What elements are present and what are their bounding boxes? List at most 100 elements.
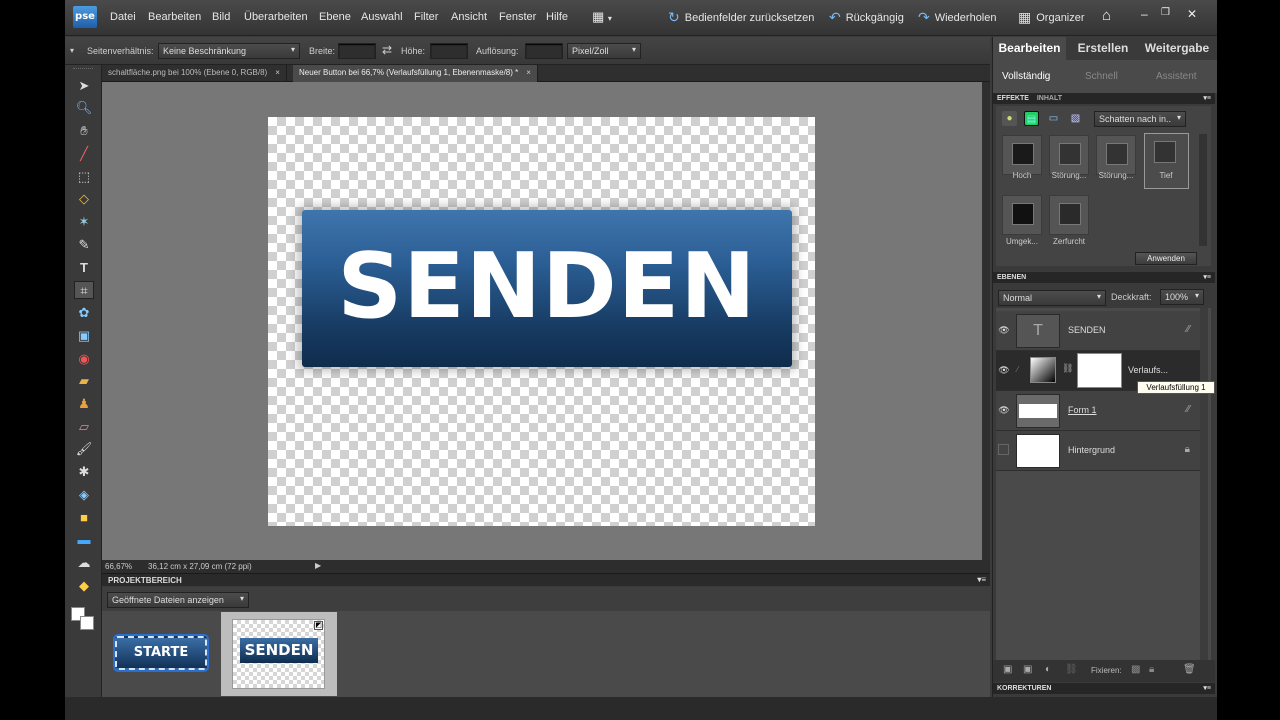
canvas-scrollbar[interactable] (982, 82, 990, 560)
panel-menu-icon[interactable]: ▾≡ (1203, 93, 1211, 104)
eraser-tool-icon[interactable]: ▱ (74, 418, 94, 436)
apply-button[interactable]: Anwenden (1135, 252, 1197, 265)
close-button[interactable]: ✕ (1187, 7, 1197, 21)
menu-hilfe[interactable]: Hilfe (546, 11, 568, 23)
healing-brush-tool-icon[interactable]: ▰ (74, 372, 94, 390)
tab-effekte[interactable]: EFFEKTE (997, 95, 1029, 102)
opacity-input[interactable]: 100% ▾ (1160, 289, 1204, 305)
show-all-icon[interactable]: ▧ (1068, 111, 1083, 126)
visibility-toggle[interactable] (998, 444, 1009, 455)
effect-stoerung-2[interactable] (1096, 135, 1136, 175)
layer-form-1[interactable]: 👁︎ Form 1 ⁄⁄ (996, 391, 1200, 431)
tab-bearbeiten[interactable]: Bearbeiten (993, 37, 1066, 60)
link-layers-icon[interactable]: ⛓︎ (1065, 664, 1078, 675)
thumbnail-starte[interactable]: STARTE (115, 636, 207, 670)
reset-panels-button[interactable]: ↻ Bedienfelder zurücksetzen (668, 9, 814, 26)
gradient-tool-icon[interactable]: ■ (74, 509, 94, 527)
photo-effects-icon[interactable]: ▭ (1046, 111, 1061, 126)
close-icon[interactable]: × (275, 68, 280, 77)
mask-link-icon[interactable]: ⛓︎ (1062, 363, 1073, 374)
effect-zerfurcht[interactable] (1049, 195, 1089, 235)
layer-styles-icon[interactable]: ▤ (1024, 111, 1039, 126)
filters-icon[interactable]: ● (1002, 111, 1017, 126)
width-input[interactable] (338, 43, 376, 59)
menu-bearbeiten[interactable]: Bearbeiten (148, 11, 201, 23)
lock-transparency-icon[interactable]: ▩ (1131, 664, 1140, 675)
undo-button[interactable]: ↶ Rückgängig (829, 9, 904, 26)
magic-wand-tool-icon[interactable]: ✶ (74, 213, 94, 231)
red-eye-tool-icon[interactable]: ◉ (74, 350, 94, 368)
tab-neuer-button[interactable]: Neuer Button bei 66,7% (Verlaufsfüllung … (293, 65, 538, 82)
redo-button[interactable]: ↷ Wiederholen (918, 9, 997, 26)
zoom-level[interactable]: 66,67% (105, 562, 132, 571)
tab-inhalt[interactable]: INHALT (1037, 95, 1062, 102)
tab-weitergabe[interactable]: Weitergabe (1139, 37, 1215, 60)
eyedropper-tool-icon[interactable]: ╱ (74, 145, 94, 163)
menu-ueberarbeiten[interactable]: Überarbeiten (244, 11, 308, 23)
lock-all-icon[interactable]: 🔒︎ (1149, 664, 1154, 675)
status-menu-icon[interactable]: ▶ (315, 561, 321, 570)
layer-hintergrund[interactable]: Hintergrund 🔒︎ (996, 431, 1200, 471)
mask-thumbnail[interactable] (1077, 353, 1122, 388)
layer-senden[interactable]: 👁︎ T SENDEN ⁄⁄ (996, 311, 1200, 351)
adjustment-layer-icon[interactable]: ◐ (1045, 664, 1051, 675)
effect-hoch[interactable] (1002, 135, 1042, 175)
tab-vollstaendig[interactable]: Vollständig (1002, 65, 1050, 89)
tab-erstellen[interactable]: Erstellen (1068, 37, 1138, 60)
minimize-button[interactable]: – (1141, 7, 1148, 21)
lasso-tool-icon[interactable]: ◇ (74, 190, 94, 208)
close-icon[interactable]: × (526, 68, 531, 77)
visibility-eye-icon[interactable]: 👁︎ (998, 364, 1010, 376)
effects-scrollbar[interactable] (1199, 134, 1207, 246)
new-group-icon[interactable]: ▣ (1023, 664, 1032, 675)
move-tool-icon[interactable]: ➤ (74, 77, 94, 95)
background-color-swatch[interactable] (80, 616, 94, 630)
effect-stoerung-1[interactable] (1049, 135, 1089, 175)
shape-tool-icon[interactable]: ▬ (74, 531, 94, 549)
sponge-tool-icon[interactable]: ◆ (74, 577, 94, 595)
menu-datei[interactable]: Datei (110, 11, 136, 23)
organizer-button[interactable]: ▦ Organizer (1018, 9, 1085, 26)
crop-tool-icon[interactable]: ⌗ (74, 281, 94, 299)
menu-ebene[interactable]: Ebene (319, 11, 351, 23)
tab-schnell[interactable]: Schnell (1085, 65, 1118, 89)
hand-tool-icon[interactable]: ✋︎ (74, 122, 94, 140)
zoom-tool-icon[interactable]: 🔍︎ (74, 99, 94, 117)
type-tool-icon[interactable]: T (74, 259, 94, 277)
unit-select[interactable]: Pixel/Zoll ▾ (567, 43, 641, 59)
link-layer-icon[interactable]: ⁄⁄ (1187, 404, 1190, 415)
trash-icon[interactable]: 🗑︎ (1183, 664, 1196, 675)
brush-tool-icon[interactable]: 🖌︎ (74, 440, 94, 458)
cookie-cutter-tool-icon[interactable]: ✿ (74, 304, 94, 322)
paint-bucket-tool-icon[interactable]: ◈ (74, 486, 94, 504)
recompose-tool-icon[interactable]: ▣ (74, 327, 94, 345)
tool-presets-icon[interactable]: ▾ (70, 46, 74, 55)
ratio-select[interactable]: Keine Beschränkung ▾ (158, 43, 300, 59)
effect-umgekehrt[interactable] (1002, 195, 1042, 235)
menu-filter[interactable]: Filter (414, 11, 438, 23)
smart-brush-tool-icon[interactable]: ✱ (74, 463, 94, 481)
menu-bild[interactable]: Bild (212, 11, 230, 23)
menu-auswahl[interactable]: Auswahl (361, 11, 403, 23)
height-input[interactable] (430, 43, 468, 59)
marquee-tool-icon[interactable]: ⬚ (74, 168, 94, 186)
blend-mode-select[interactable]: Normal ▾ (998, 290, 1106, 306)
blur-tool-icon[interactable]: ☁︎ (74, 554, 94, 572)
visibility-eye-icon[interactable]: 👁︎ (998, 404, 1010, 416)
tab-assistent[interactable]: Assistent (1156, 65, 1197, 89)
clone-stamp-tool-icon[interactable]: ♟ (74, 395, 94, 413)
bin-filter-select[interactable]: Geöffnete Dateien anzeigen ▾ (107, 592, 249, 608)
tab-schaltflaeche[interactable]: schaltfläche.png bei 100% (Ebene 0, RGB/… (102, 65, 287, 82)
link-layer-icon[interactable]: ⁄⁄ (1187, 324, 1190, 335)
effect-tief[interactable] (1144, 133, 1189, 189)
new-layer-icon[interactable]: ▣ (1003, 664, 1012, 675)
arrange-windows-icon[interactable]: ▦ ▾ (592, 9, 612, 25)
panel-menu-icon[interactable]: ▾≡ (977, 575, 986, 584)
panel-menu-icon[interactable]: ▾≡ (1203, 272, 1211, 283)
swap-icon[interactable]: ⇄ (382, 43, 392, 57)
effects-category-select[interactable]: Schatten nach in.. ▾ (1094, 111, 1186, 127)
layers-scrollbar[interactable] (1200, 308, 1208, 660)
restore-button[interactable]: ❐ (1161, 7, 1170, 18)
resolution-input[interactable] (525, 43, 563, 59)
home-icon[interactable]: ⌂ (1102, 7, 1111, 24)
